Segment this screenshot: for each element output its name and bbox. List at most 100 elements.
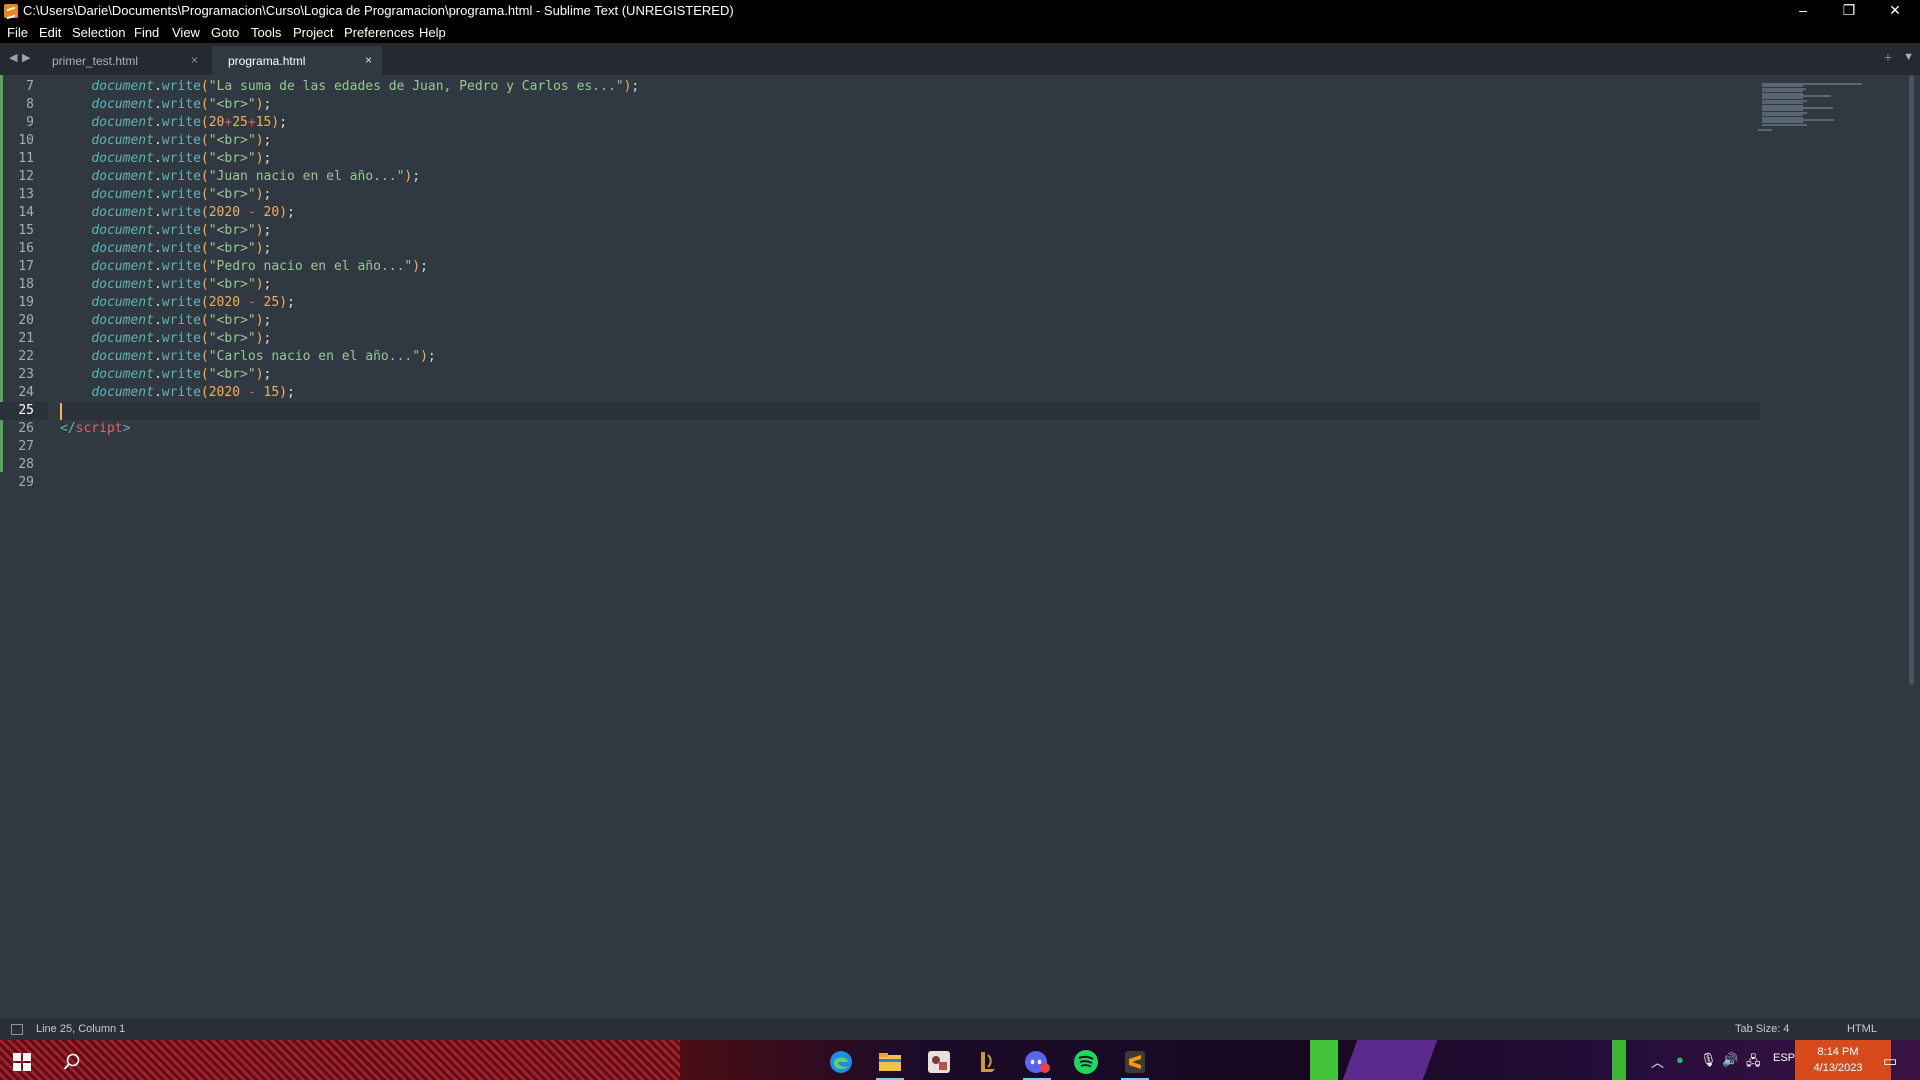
spotify-icon[interactable] [1066,1044,1106,1080]
code-token: . [153,223,162,238]
minimize-button[interactable]: – [1780,0,1826,22]
tab-programa[interactable]: programa.html × [212,46,382,75]
menu-view[interactable]: View [172,25,200,40]
volume-icon[interactable]: 🔊 [1722,1052,1738,1068]
menu-selection[interactable]: Selection [72,25,125,40]
code-token: ; [263,223,272,238]
tab-scroll-left-icon[interactable]: ◀ [9,51,17,64]
code-line[interactable]: document.write("<br>"); [60,330,1760,348]
search-icon[interactable] [52,1044,92,1080]
chevron-up-icon[interactable]: ︿ [1651,1052,1664,1071]
code-token: . [153,151,162,166]
line-number: 28 [18,457,34,472]
code-line[interactable]: document.write(20+25+15); [60,114,1760,132]
code-token: write [161,223,201,238]
minimap[interactable] [1750,77,1870,137]
network-icon[interactable]: 🖧 [1746,1052,1761,1074]
code-token: "<br>" [208,97,256,112]
shield-icon[interactable]: ● [1676,1052,1684,1067]
line-number: 19 [18,295,34,310]
code-line[interactable]: document.write("<br>"); [60,276,1760,294]
tab-list-dropdown-icon[interactable]: ▼ [1903,51,1914,63]
code-line[interactable]: document.write("<br>"); [60,366,1760,384]
windows-taskbar: ︿ ● 🎙 🔊 🖧 ESP 8:14 PM 4/13/2023 ▭ [0,1040,1920,1080]
code-view[interactable]: document.write("La suma de las edades de… [60,78,1760,492]
code-line[interactable] [60,402,1760,420]
code-token: ( [200,259,209,274]
league-client-icon[interactable] [968,1044,1008,1080]
code-token: ; [263,367,272,382]
restore-button[interactable]: ❐ [1826,0,1872,22]
code-token: . [153,313,162,328]
tab-scroll-right-icon[interactable]: ▶ [22,51,30,64]
tab-close-icon[interactable]: × [191,53,198,67]
file-explorer-icon[interactable] [870,1044,910,1080]
notification-icon[interactable]: ▭ [1883,1052,1897,1070]
menu-edit[interactable]: Edit [39,25,61,40]
tab-close-icon[interactable]: × [365,53,372,67]
status-bar: Line 25, Column 1 Tab Size: 4 HTML [0,1019,1920,1040]
line-number: 22 [18,349,34,364]
panel-toggle-icon[interactable] [11,1024,23,1035]
code-line[interactable]: document.write("La suma de las edades de… [60,78,1760,96]
code-token: ) [412,259,421,274]
code-token: ; [287,205,295,220]
editor-area[interactable]: 7 8 9 10 11 12 13 14 15 16 17 18 19 20 21 22 23 24 25 26 27 2… [0,75,1920,1019]
clock[interactable]: 8:14 PM 4/13/2023 [1798,1044,1878,1076]
line-number: 12 [18,169,34,184]
syntax-indicator[interactable]: HTML [1847,1023,1877,1035]
new-tab-icon[interactable]: + [1884,49,1892,65]
code-token: write [161,169,201,184]
code-token: write [161,115,201,130]
sublime-text-icon[interactable] [1115,1044,1155,1080]
taskbar-wallpaper [1612,1040,1626,1080]
discord-icon[interactable] [1017,1044,1057,1080]
close-button[interactable]: ✕ [1872,0,1918,22]
code-line[interactable]: document.write(2020 - 25); [60,294,1760,312]
code-line[interactable]: document.write("<br>"); [60,186,1760,204]
code-line[interactable]: document.write("<br>"); [60,132,1760,150]
edge-icon[interactable] [821,1044,861,1080]
code-line[interactable]: document.write(2020 - 15); [60,384,1760,402]
code-token: document [91,259,154,274]
code-token: write [161,367,201,382]
code-token: ( [200,169,209,184]
microphone-icon[interactable]: 🎙 [1700,1052,1717,1068]
code-line[interactable]: document.write("<br>"); [60,312,1760,330]
code-token: document [91,277,154,292]
code-line[interactable]: document.write(2020 - 20); [60,204,1760,222]
code-line[interactable] [60,456,1760,474]
menu-preferences[interactable]: Preferences [344,25,414,40]
menu-tools[interactable]: Tools [251,25,281,40]
windows-start-icon[interactable] [2,1044,42,1080]
menu-file[interactable]: File [7,25,28,40]
tab-primer-test[interactable]: primer_test.html × [36,46,208,75]
menu-project[interactable]: Project [293,25,333,40]
code-line[interactable]: document.write("Juan nacio en el año..."… [60,168,1760,186]
code-token: ) [271,115,280,130]
language-indicator[interactable]: ESP [1773,1052,1795,1064]
code-token: ( [200,241,209,256]
menu-find[interactable]: Find [134,25,159,40]
code-line[interactable]: </script> [60,420,1760,438]
code-token: . [153,133,162,148]
code-line[interactable] [60,438,1760,456]
code-line[interactable]: document.write("<br>"); [60,240,1760,258]
tab-size-indicator[interactable]: Tab Size: 4 [1735,1023,1789,1035]
code-line[interactable]: document.write("Carlos nacio en el año..… [60,348,1760,366]
window-title: C:\Users\Darie\Documents\Programacion\Cu… [23,3,734,18]
code-line[interactable]: document.write("<br>"); [60,222,1760,240]
code-line[interactable]: document.write("<br>"); [60,96,1760,114]
code-line[interactable] [60,474,1760,492]
code-token: "La suma de las edades de Juan, Pedro y … [208,79,624,94]
menu-help[interactable]: Help [419,25,446,40]
code-line[interactable]: document.write("<br>"); [60,150,1760,168]
vertical-scrollbar[interactable] [1909,75,1914,685]
app-icon[interactable] [919,1044,959,1080]
code-line[interactable]: document.write("Pedro nacio en el año...… [60,258,1760,276]
menu-goto[interactable]: Goto [211,25,239,40]
